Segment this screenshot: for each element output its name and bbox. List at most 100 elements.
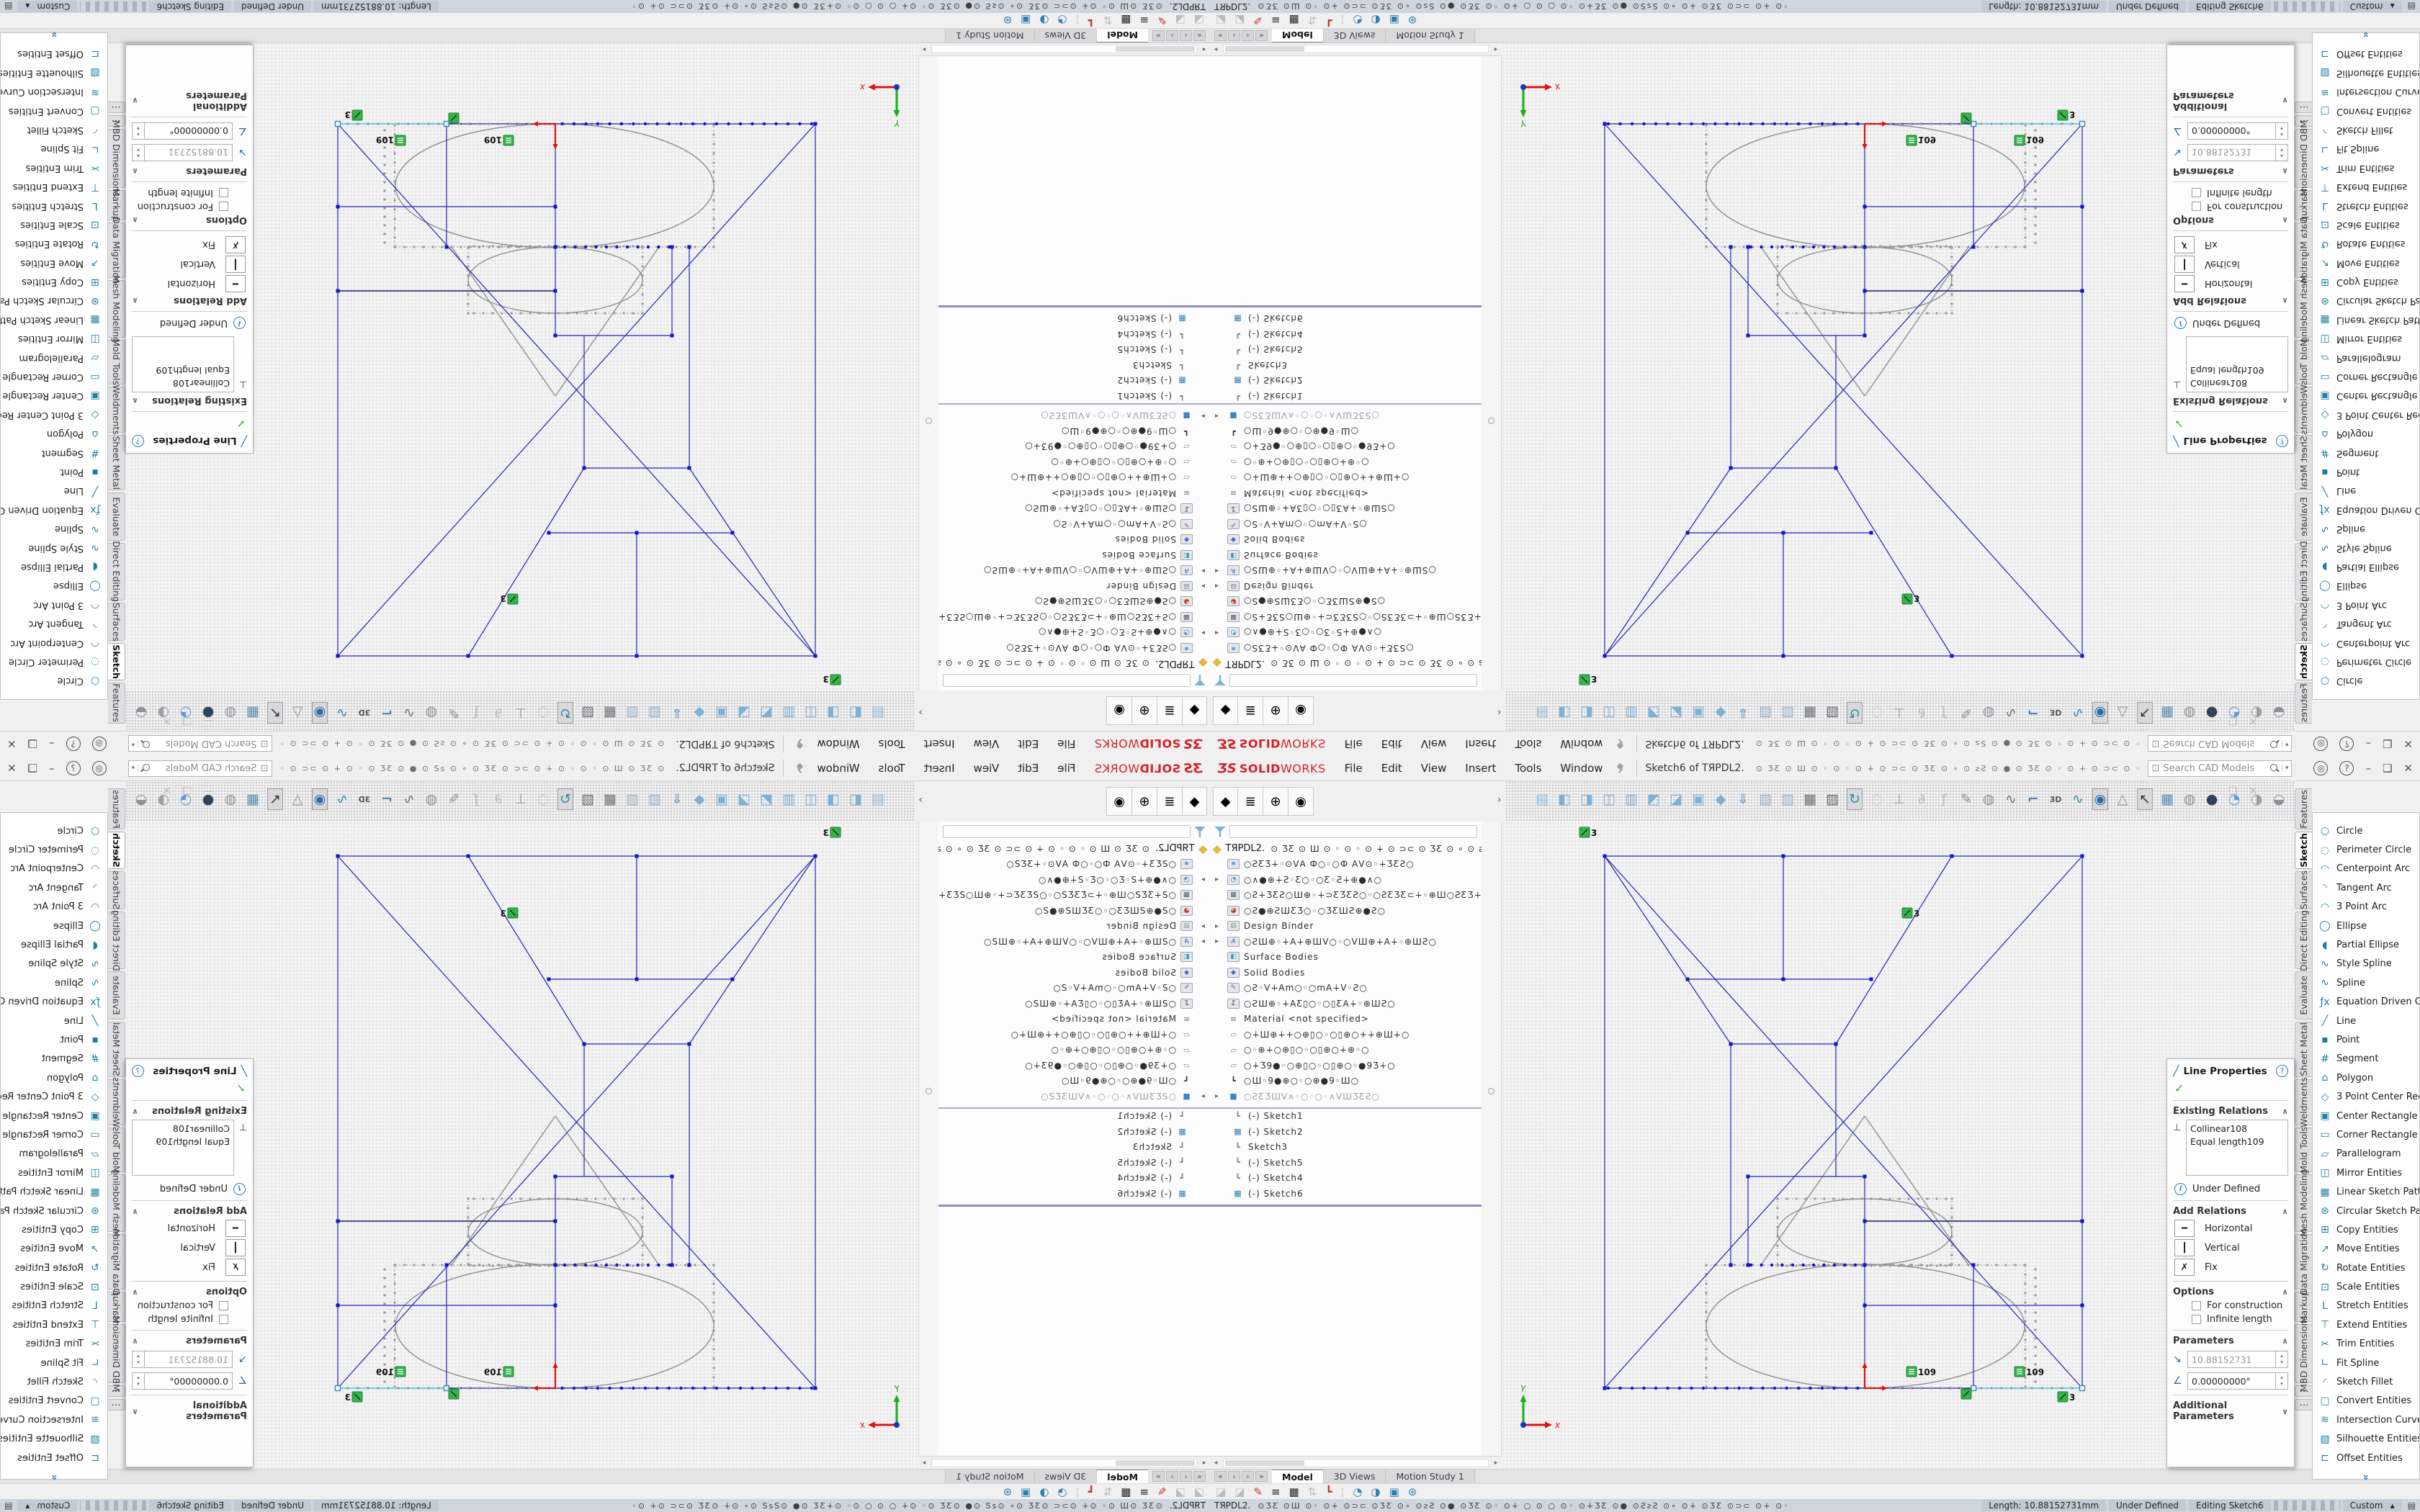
toolbar-icon[interactable]: ◩ (1646, 788, 1662, 810)
featuremanager-vscrollbar[interactable] (1482, 56, 1502, 690)
menu-item[interactable]: Insert (1465, 737, 1496, 750)
toolbar-icon[interactable]: ◆ (1713, 788, 1729, 810)
commandmanager-tab[interactable]: Mold Tools (2295, 1128, 2312, 1172)
toolbar-icon[interactable]: ▨ (1780, 702, 1796, 724)
toolbar-icon[interactable]: 3D (357, 702, 372, 724)
units-dropdown[interactable]: Custom▴ (2343, 1, 2402, 12)
commandmanager-tab[interactable]: Features (108, 788, 125, 829)
toolbar-icon[interactable]: ◫ (1601, 702, 1617, 724)
section-options[interactable]: Options∧ (2173, 215, 2288, 225)
sketch-tool-item[interactable]: ○ Circle (2313, 822, 2419, 840)
tree-root[interactable]: ◆ TЯPDL2. ⊙ ƷƸ ⊙ Ш ⊙ ◦ ⊙ ◦ ⊙ ∔ ⊙ ⊃⊂ ⊙ ƷƸ… (1210, 656, 1482, 672)
tree-row[interactable]: ★ ○ƧƸƷ∔◦⊙ⅤА Ф○◦○Ф АⅤ⊙◦∔ƷƸƧ○ (1210, 857, 1482, 873)
tree-row[interactable]: ▦ (-) Sketch6 (938, 311, 1210, 327)
angle-spinner[interactable]: ▴▾ (132, 122, 144, 140)
menu-item[interactable]: Edit (1018, 737, 1039, 750)
toolbar-icon[interactable]: ◧ (1556, 702, 1572, 724)
commandmanager-tab[interactable]: Evaluate (2295, 971, 2312, 1020)
sketch-tool-item[interactable]: ▢ Convert Entities (1, 102, 107, 120)
splitter-knob[interactable] (1488, 418, 1494, 424)
tree-row[interactable] (938, 306, 1210, 311)
display-toolbar-icon[interactable]: ¦ (1340, 14, 1344, 27)
toolbar-icon[interactable]: 3D (2048, 702, 2063, 724)
scroll-thumb[interactable] (1116, 1460, 1195, 1466)
sketch-tool-item[interactable]: ▢ Convert Entities (2313, 102, 2419, 120)
sketch-tool-item[interactable]: ⊞ Copy Entities (1, 272, 107, 291)
display-toolbar-icon[interactable]: ◑ (1039, 14, 1049, 27)
toolbar-icon[interactable]: ∿ (2003, 702, 2019, 724)
tree-row[interactable]: ◧ Surface Bodies (1210, 950, 1482, 966)
sketch-tool-item[interactable]: ⊛ Circular Sketch Pattern (1, 1202, 107, 1220)
tree-row[interactable]: ┗ (-) Sketch4 (1210, 326, 1482, 342)
commandmanager-tab[interactable]: Data Migration (108, 1234, 125, 1290)
angle-field[interactable]: 0.00000000° (2187, 1372, 2276, 1390)
help-icon[interactable]: ? (66, 737, 81, 751)
menu-item[interactable]: Edit (1381, 762, 1402, 775)
search-input[interactable]: Search CAD Models (2163, 739, 2267, 750)
toolbar-icon[interactable]: ▨ (580, 702, 596, 724)
tab-nav-icon[interactable]: « (1214, 1471, 1227, 1482)
section-additional-parameters[interactable]: Additional Parameters∨ (132, 1400, 247, 1422)
expand-arrow-icon[interactable]: ▸ (1196, 582, 1205, 590)
sketch-tool-item[interactable]: ◜ Sketch Fillet (2313, 1372, 2419, 1391)
model-tab[interactable]: Model (1272, 1470, 1324, 1483)
sketch-tool-item[interactable]: ✂ Trim Entities (1, 158, 107, 177)
tree-row[interactable]: ┗ ○Ш◦9●⊕○◦○⊕●9◦Ш○ (938, 1074, 1210, 1089)
commandmanager-tab[interactable]: Weldments (2295, 387, 2312, 433)
tree-row[interactable]: ┗ ○Ш◦9●⊕○◦○⊕●9◦Ш○ (1210, 1074, 1482, 1089)
commandmanager-tab[interactable]: ⋮ (2295, 102, 2312, 113)
sketch-tool-item[interactable]: ✂ Trim Entities (2313, 1335, 2419, 1354)
toolbar-icon[interactable]: ◍ (424, 702, 439, 724)
user-account-icon[interactable]: ◎ (92, 761, 107, 775)
search-box[interactable]: ⊡ Search CAD Models ▾ (128, 736, 272, 752)
commandmanager-tab[interactable]: Evaluate (2295, 492, 2312, 541)
model-tab[interactable]: Model (1096, 1470, 1148, 1483)
tree-row[interactable]: Σ ○ƧШ⊕◦∔АƸ▯○◦○▯ƸА∔◦⊕ШƧ○ (938, 996, 1210, 1012)
add-relation-button[interactable]: ━ (2174, 275, 2195, 292)
menu-item[interactable]: Edit (1018, 762, 1039, 775)
panel-tab[interactable]: ◉ (1289, 787, 1314, 816)
sketch-tool-item[interactable]: L Stretch Entities (1, 1297, 107, 1315)
tree-row[interactable]: ▱ ○∔Ш⊕∔+○⊕▯○◦○▯⊕○+∔⊕Ш∔○ (938, 470, 1210, 486)
sketch-tool-item[interactable]: ◫ Mirror Entities (2313, 1164, 2419, 1182)
sketch-tool-item[interactable]: ⌂ Polygon (2313, 425, 2419, 444)
tree-row[interactable]: ◧ Surface Bodies (1210, 547, 1482, 563)
toolbar-icon[interactable]: ◨ (825, 788, 841, 810)
commandmanager-tab[interactable]: ⋮ (2295, 1399, 2312, 1410)
model-tab[interactable]: 3D Views (1324, 1470, 1386, 1483)
expand-arrow-icon[interactable]: ▸ (1215, 1092, 1224, 1100)
tree-row[interactable]: ┗ Sketch3 (938, 1140, 1210, 1156)
scroll-track[interactable] (1223, 45, 1489, 54)
toolbar-icon[interactable]: ◍ (2182, 788, 2197, 810)
model-tab[interactable]: Model (1272, 29, 1324, 42)
toolbar-icon[interactable]: ∿ (401, 702, 417, 724)
sketch-tool-item[interactable]: ◠ Centerpoint Arc (1, 634, 107, 652)
commandmanager-tab[interactable]: ⋮ (108, 1385, 125, 1397)
tree-row[interactable]: ▱ ○∔Ʒ9●◦○⊕▯○◦○▯⊕○◦●9Ʒ∔○ (938, 439, 1210, 455)
sketch-tool-item[interactable]: # Segment (2313, 444, 2419, 462)
angle-field[interactable]: 0.00000000° (144, 122, 233, 140)
tree-row[interactable]: ✎ ○Ƨ◦Ⅴ∔Аm○◦○mА∔Ⅴ◦Ƨ○ (938, 516, 1210, 532)
menu-item[interactable]: View (1421, 762, 1447, 775)
checkbox[interactable] (2192, 202, 2201, 211)
display-toolbar-icon[interactable]: ┗ (1325, 14, 1332, 27)
display-toolbar-icon[interactable]: ⊛ (1003, 14, 1013, 27)
more-commands-chevron[interactable]: » (1, 29, 107, 40)
sketch-tool-item[interactable]: L Stretch Entities (1, 197, 107, 215)
commandmanager-tab[interactable]: Sheet Metal (2295, 1022, 2312, 1077)
tree-row[interactable]: ┗ (-) Sketch4 (938, 1171, 1210, 1187)
relation-item[interactable]: Equal length109 (136, 1135, 230, 1148)
tree-row[interactable]: ┗ (-) Sketch4 (1210, 1171, 1482, 1187)
tree-row[interactable]: ✎ ○Ƨ◦Ⅴ∔Аm○◦○mА∔Ⅴ◦Ƨ○ (938, 981, 1210, 996)
angle-field[interactable]: 0.00000000° (2187, 122, 2276, 140)
pin-icon[interactable] (1616, 739, 1626, 749)
sketch-tool-item[interactable]: ∟ Fit Spline (1, 1354, 107, 1372)
toolbar-icon[interactable]: ◒ (133, 702, 149, 724)
toolbar-icon[interactable]: ◉ (2092, 788, 2108, 810)
search-box[interactable]: ⊡ Search CAD Models ▾ (2148, 760, 2292, 777)
tree-row[interactable]: ✎ ○Ƨ◦Ⅴ∔Аm○◦○mА∔Ⅴ◦Ƨ○ (1210, 981, 1482, 996)
section-parameters[interactable]: Parameters∧ (132, 166, 247, 176)
toolbar-icon[interactable]: ◍ (1981, 702, 1996, 724)
toolbar-icon[interactable]: ◒ (133, 788, 149, 810)
sketch-tool-item[interactable]: ▱ Parallelogram (1, 1145, 107, 1164)
